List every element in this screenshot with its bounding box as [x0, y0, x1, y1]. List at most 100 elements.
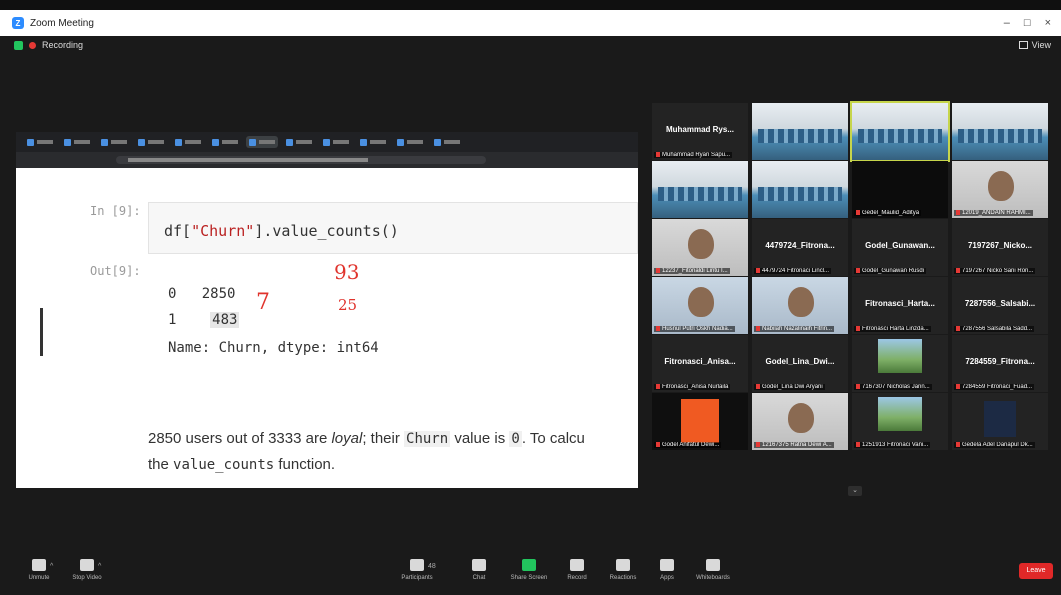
participants-button[interactable]: 48 Participants	[390, 559, 444, 581]
markdown-text: the value_counts function.	[148, 456, 336, 473]
participant-face-icon	[688, 287, 714, 317]
participant-tile[interactable]: Gedela Adel Danapul Dk...	[952, 393, 1048, 450]
participant-face-icon	[688, 229, 714, 259]
code-text: df["Churn"].value_counts()	[164, 222, 399, 240]
url-field[interactable]	[116, 156, 486, 164]
tab-favicon-icon	[360, 138, 367, 146]
chat-button[interactable]: Chat	[452, 559, 506, 581]
participant-tile[interactable]: Husnul Putri Oskh Nadia...	[652, 277, 748, 334]
in-prompt: In [9]:	[90, 204, 141, 218]
shared-screen: In [9]: df["Churn"].value_counts() Out[9…	[16, 132, 638, 488]
browser-tab[interactable]	[172, 136, 204, 148]
participant-tile[interactable]: 7167307 Nicholas Jann...	[852, 335, 948, 392]
participant-tile[interactable]	[952, 103, 1048, 160]
participant-label: Husnul Putri Oskh Nadia...	[654, 325, 735, 332]
participant-tile[interactable]: Godel Anifatul Dewi...	[652, 393, 748, 450]
browser-tab[interactable]	[283, 136, 315, 148]
leave-button[interactable]: Leave	[1019, 563, 1053, 579]
browser-tab[interactable]	[209, 136, 241, 148]
participant-face-icon	[788, 403, 814, 433]
participant-name: 7287556_Salsabi...	[964, 299, 1036, 308]
muted-mic-icon	[756, 383, 760, 389]
participant-tile[interactable]: 12019_ANDAIN RAHMI...	[952, 161, 1048, 218]
tab-favicon-icon	[64, 138, 71, 146]
browser-tab[interactable]	[98, 136, 130, 148]
url-text	[128, 158, 368, 162]
chat-icon	[472, 559, 486, 571]
participant-tile[interactable]: Fitronasci_Harta... Fitronasci Harta Linz…	[852, 277, 948, 334]
participant-name: Fitronasci_Anisa...	[664, 357, 736, 366]
browser-tab[interactable]	[24, 136, 56, 148]
participant-tile[interactable]: Gedel_Maulid_Aditya	[852, 161, 948, 218]
participant-label: Gedela Adel Danapul Dk...	[954, 441, 1035, 448]
participant-tile[interactable]: 7197267_Nicko... 7197267 Nicko Sani Ron..…	[952, 219, 1048, 276]
tab-favicon-icon	[101, 138, 108, 146]
muted-mic-icon	[656, 151, 660, 157]
video-camera-icon	[80, 559, 94, 571]
muted-mic-icon	[656, 441, 660, 447]
video-button[interactable]: ^ Stop Video	[60, 559, 114, 581]
muted-mic-icon	[656, 325, 660, 331]
participant-label: 7167307 Nicholas Jann...	[854, 383, 932, 390]
gallery-next-page-button[interactable]: ⌄	[848, 486, 862, 496]
muted-mic-icon	[956, 325, 960, 331]
participant-name: 7197267_Nicko...	[967, 241, 1033, 250]
participant-name: 4479724_Fitrona...	[765, 241, 835, 250]
participant-tile[interactable]	[652, 161, 748, 218]
view-button[interactable]: View	[1018, 40, 1051, 50]
browser-tab[interactable]	[431, 136, 463, 148]
browser-tab-active[interactable]	[246, 136, 278, 148]
participant-tile[interactable]: 12237_Fitonaldi Lintu I...	[652, 219, 748, 276]
participant-tile[interactable]: Fitronasci_Anisa... Fitronasci_Anisa Nurl…	[652, 335, 748, 392]
mute-button[interactable]: ^ Unmute	[12, 559, 66, 581]
participant-label: 1251913 Fitronaci Vani...	[854, 441, 931, 448]
participant-tile[interactable]: 12167375 Ratna Dewi A...	[752, 393, 848, 450]
close-button[interactable]: ×	[1045, 17, 1051, 29]
minimize-button[interactable]: –	[1004, 17, 1010, 29]
browser-tab[interactable]	[61, 136, 93, 148]
participant-label: Fitronasci_Anisa Nurlaila	[654, 383, 731, 390]
tab-favicon-icon	[27, 138, 34, 146]
tab-favicon-icon	[175, 138, 182, 146]
out-prompt: Out[9]:	[90, 264, 141, 278]
annotation-ink: 7	[256, 290, 270, 315]
participant-label: Godel_Lina Dwi Aryani	[754, 383, 825, 390]
participant-label: 7197267 Nicko Sani Ron...	[954, 267, 1036, 274]
muted-mic-icon	[656, 267, 660, 273]
participant-tile[interactable]: Muhammad Rys... Muhammad Ryan Sapu...	[652, 103, 748, 160]
browser-tab[interactable]	[357, 136, 389, 148]
output-row: 0 2850	[168, 286, 236, 302]
top-strip	[0, 0, 1061, 10]
participant-tile[interactable]: Nabilah Nazalinaih Fitrin...	[752, 277, 848, 334]
participant-label: 7284559 Fitronaci_Fuad...	[954, 383, 1035, 390]
tab-favicon-icon	[249, 138, 256, 146]
muted-mic-icon	[856, 267, 860, 273]
participant-tile[interactable]	[850, 101, 950, 162]
participant-tile[interactable]: Godel_Lina_Dwi... Godel_Lina Dwi Aryani	[752, 335, 848, 392]
participant-label: 12237_Fitonaldi Lintu I...	[654, 267, 730, 274]
share-screen-button[interactable]: Share Screen	[502, 559, 556, 581]
browser-tab[interactable]	[320, 136, 352, 148]
view-label: View	[1031, 40, 1051, 50]
participant-name: Godel_Lina_Dwi...	[765, 357, 835, 366]
muted-mic-icon	[956, 267, 960, 273]
browser-tab[interactable]	[135, 136, 167, 148]
jupyter-notebook: In [9]: df["Churn"].value_counts() Out[9…	[16, 168, 638, 488]
participant-label: Muhammad Ryan Sapu...	[654, 151, 733, 158]
participant-tile[interactable]: 1251913 Fitronaci Vani...	[852, 393, 948, 450]
participant-tile[interactable]	[752, 161, 848, 218]
participant-tile[interactable]: 7287556_Salsabi... 7287556 Salsabila Sadd…	[952, 277, 1048, 334]
participant-tile[interactable]: Godel_Gunawan... Godel_Gunawan Rusdi	[852, 219, 948, 276]
recording-indicator[interactable]: Recording	[14, 40, 83, 50]
whiteboards-button[interactable]: Whiteboards	[686, 559, 740, 581]
participant-name: Godel_Gunawan...	[865, 241, 935, 250]
muted-mic-icon	[756, 325, 760, 331]
maximize-button[interactable]: □	[1024, 17, 1031, 29]
participant-tile[interactable]	[752, 103, 848, 160]
tab-favicon-icon	[212, 138, 219, 146]
muted-mic-icon	[956, 441, 960, 447]
browser-tab[interactable]	[394, 136, 426, 148]
participant-tile[interactable]: 7284559_Fitrona... 7284559 Fitronaci_Fuad…	[952, 335, 1048, 392]
share-screen-icon	[522, 559, 536, 571]
participant-tile[interactable]: 4479724_Fitrona... 4479724 Fitronaci Linc…	[752, 219, 848, 276]
